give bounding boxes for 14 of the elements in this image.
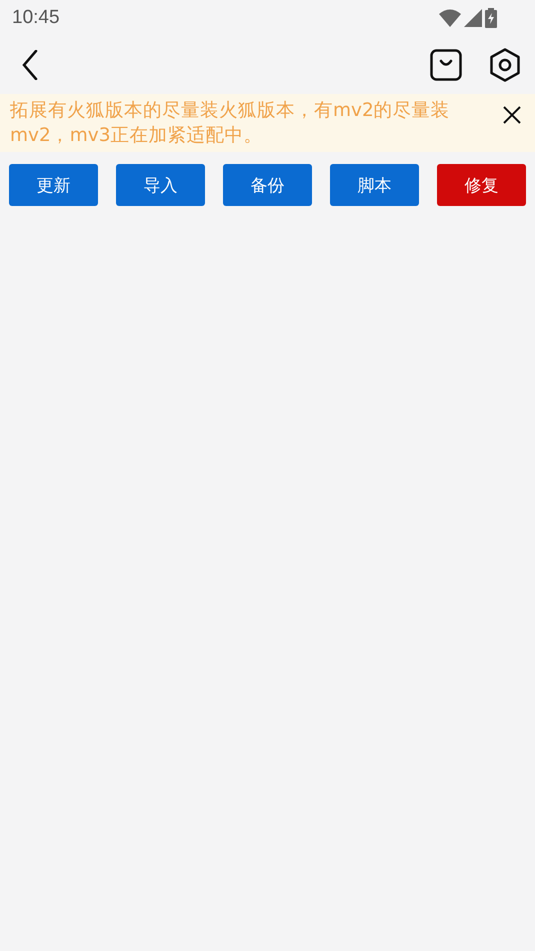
settings-icon[interactable]	[489, 48, 521, 82]
action-button[interactable]: 更新	[9, 164, 98, 206]
notice-text: 拓展有火狐版本的尽量装火狐版本，有mv2的尽量装mv2，mv3正在加紧适配中。	[10, 99, 451, 148]
wifi-icon	[439, 9, 461, 27]
action-button[interactable]: 修复	[437, 164, 526, 206]
action-button[interactable]: 备份	[223, 164, 312, 206]
bag-icon[interactable]	[430, 49, 462, 81]
status-time: 10:45	[12, 7, 60, 29]
action-button[interactable]: 脚本	[330, 164, 419, 206]
signal-icon	[464, 9, 482, 27]
action-button[interactable]: 导入	[116, 164, 205, 206]
battery-icon	[485, 8, 497, 28]
close-icon[interactable]	[503, 106, 521, 124]
back-icon[interactable]	[22, 50, 38, 80]
